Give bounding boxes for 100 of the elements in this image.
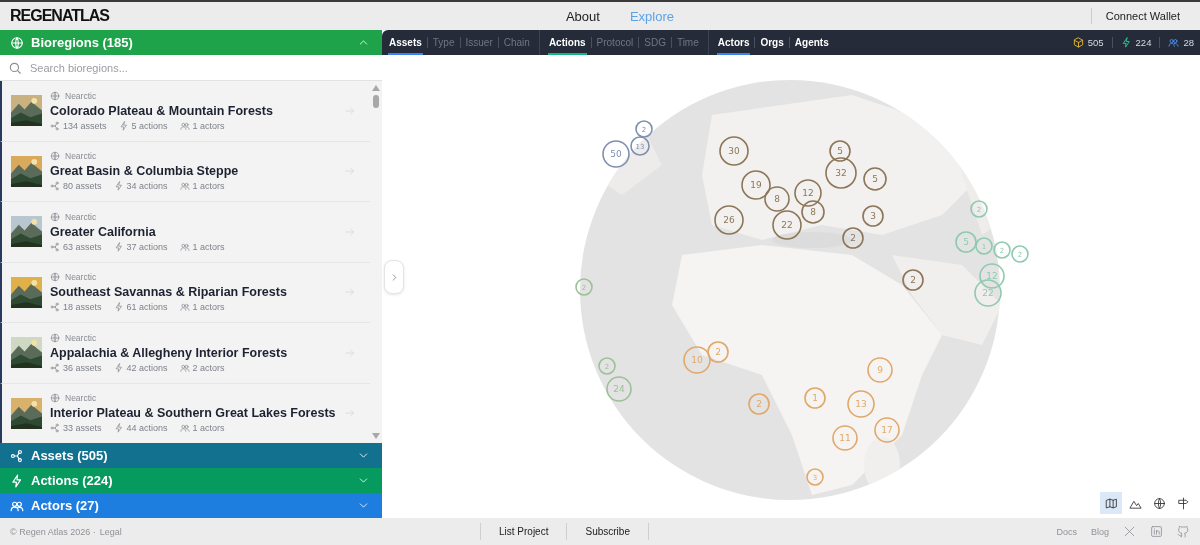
count-label: 2 actors (192, 362, 225, 373)
stat-count: 224 (1135, 37, 1152, 48)
cube-icon (1072, 37, 1084, 48)
footer-link[interactable]: List Project (480, 523, 567, 540)
bioregion-item[interactable]: Nearctic Southeast Savannas & Riparian Forests 18 assets 61 actions 1 actors (0, 262, 370, 323)
copyright-text: © Regen Atlas 2026 · (10, 526, 96, 537)
count-label: 134 assets (63, 120, 107, 131)
filter-tab[interactable]: Chain (502, 30, 531, 55)
signpost-icon (1176, 496, 1190, 510)
filter-tab[interactable]: Orgs (759, 30, 785, 55)
github-icon[interactable] (1177, 525, 1190, 538)
cluster-marker[interactable]: 2 (902, 269, 924, 291)
count-label: 5 actions (131, 120, 168, 131)
cluster-marker[interactable]: 19 (741, 170, 771, 200)
bioregion-item[interactable]: Nearctic Greater California 63 assets 37 actions 1 actors (0, 202, 370, 263)
layer-tab[interactable]: Actions (547, 30, 587, 55)
nav-link[interactable]: About (565, 8, 600, 24)
search-icon (8, 60, 22, 75)
cluster-marker[interactable]: 5 (863, 167, 887, 191)
layer-tab[interactable]: Actors (716, 30, 751, 55)
collapse-panel-button[interactable] (384, 260, 404, 294)
cluster-marker[interactable]: 26 (714, 205, 744, 235)
bioregion-item[interactable]: Nearctic Appalachia & Allegheny Interior Forests 36 assets 42 actions 2 actors (0, 323, 370, 384)
assets-header[interactable]: Assets (505) (0, 443, 382, 468)
nodes-icon (50, 181, 60, 192)
footer-link[interactable]: Subscribe (566, 523, 649, 540)
cluster-marker[interactable]: 11 (832, 425, 858, 451)
people-icon (1168, 37, 1180, 48)
lightning-icon (113, 241, 124, 252)
cluster-marker[interactable]: 12 (794, 179, 822, 207)
globe-icon (1152, 496, 1166, 510)
bioregion-name: Greater California (50, 224, 157, 239)
nav-link[interactable]: Explore (629, 8, 674, 24)
realm-label: Nearctic (65, 332, 97, 343)
bioregion-name: Interior Plateau & Southern Great Lakes Forests (50, 406, 336, 421)
bioregion-item[interactable]: Nearctic Colorado Plateau & Mountain Forests 134 assets 5 actions 1 actors (0, 81, 370, 142)
cluster-marker[interactable]: 3 (862, 205, 884, 227)
cluster-marker[interactable]: 17 (874, 417, 900, 443)
lightning-icon (113, 362, 124, 373)
view-button[interactable] (1100, 492, 1122, 514)
cluster-marker[interactable]: 13 (847, 390, 875, 418)
filter-tab[interactable]: Issuer (464, 30, 494, 55)
nodes-icon (50, 362, 60, 373)
actors-header[interactable]: Actors (27) (0, 493, 382, 518)
people-icon (179, 181, 190, 192)
cluster-marker[interactable]: 1 (804, 387, 826, 409)
cluster-marker[interactable]: 8 (801, 200, 825, 224)
realm-label: Nearctic (65, 151, 97, 162)
linkedin-icon[interactable] (1150, 525, 1163, 538)
people-icon (179, 423, 190, 434)
bioregion-name: Appalachia & Allegheny Interior Forests (50, 345, 289, 360)
people-icon (179, 302, 190, 313)
count-label: 36 assets (63, 362, 102, 373)
cluster-marker[interactable]: 32 (825, 157, 857, 189)
globe-icon (50, 90, 60, 101)
section-title: Actors (27) (31, 498, 100, 513)
actions-header[interactable]: Actions (224) (0, 468, 382, 493)
legal-link[interactable]: Legal (99, 526, 122, 537)
count-label: 44 actions (126, 423, 168, 434)
globe-icon (50, 151, 60, 162)
bioregion-item[interactable]: Nearctic Great Basin & Columbia Steppe 80 assets 34 actions 1 actors (0, 141, 370, 202)
connect-wallet-button[interactable]: Connect Wallet (1090, 8, 1190, 24)
cluster-marker[interactable]: 8 (764, 186, 790, 212)
filter-tab[interactable]: Time (675, 30, 700, 55)
x-logo-icon[interactable] (1123, 525, 1136, 538)
count-label: 1 actors (192, 181, 225, 192)
section-title: Actions (224) (31, 473, 114, 488)
realm-label: Nearctic (65, 393, 97, 404)
search-field[interactable]: Search bioregions... (28, 60, 374, 75)
count-label: 42 actions (126, 362, 168, 373)
count-label: 63 assets (63, 241, 102, 252)
bioregion-name: Great Basin & Columbia Steppe (50, 164, 240, 179)
cluster-marker[interactable]: 2 (707, 341, 729, 363)
cluster-marker[interactable]: 50 (602, 140, 630, 168)
globe-icon (50, 272, 60, 283)
filter-tab[interactable]: Agents (793, 30, 830, 55)
cluster-marker[interactable]: 22 (772, 210, 802, 240)
count-label: 18 assets (63, 302, 102, 313)
section-title: Bioregions (185) (31, 35, 134, 50)
filter-tab[interactable]: SDG (643, 30, 667, 55)
filter-tab[interactable]: Protocol (595, 30, 635, 55)
cluster-marker[interactable]: 5 (829, 140, 851, 162)
logo[interactable]: REGENATLAS (10, 7, 110, 25)
bioregion-name: Southeast Savannas & Riparian Forests (50, 285, 288, 300)
lightning-icon (1120, 37, 1132, 48)
footer-link[interactable]: Blog (1091, 526, 1109, 537)
section-title: Assets (505) (31, 448, 109, 463)
bioregion-name: Colorado Plateau & Mountain Forests (50, 103, 274, 118)
globe-icon (50, 211, 60, 222)
realm-label: Nearctic (65, 211, 97, 222)
cluster-marker[interactable]: 9 (867, 357, 893, 383)
bioregions-header[interactable]: Bioregions (185) (0, 30, 382, 55)
footer-link[interactable]: Docs (1056, 526, 1077, 537)
count-label: 33 assets (63, 423, 102, 434)
cluster-marker[interactable]: 2 (842, 227, 864, 249)
nodes-icon (50, 120, 60, 131)
cluster-marker[interactable]: 30 (719, 136, 749, 166)
layer-tab[interactable]: Assets (388, 30, 423, 55)
filter-tab[interactable]: Type (431, 30, 456, 55)
count-label: 1 actors (192, 423, 225, 434)
